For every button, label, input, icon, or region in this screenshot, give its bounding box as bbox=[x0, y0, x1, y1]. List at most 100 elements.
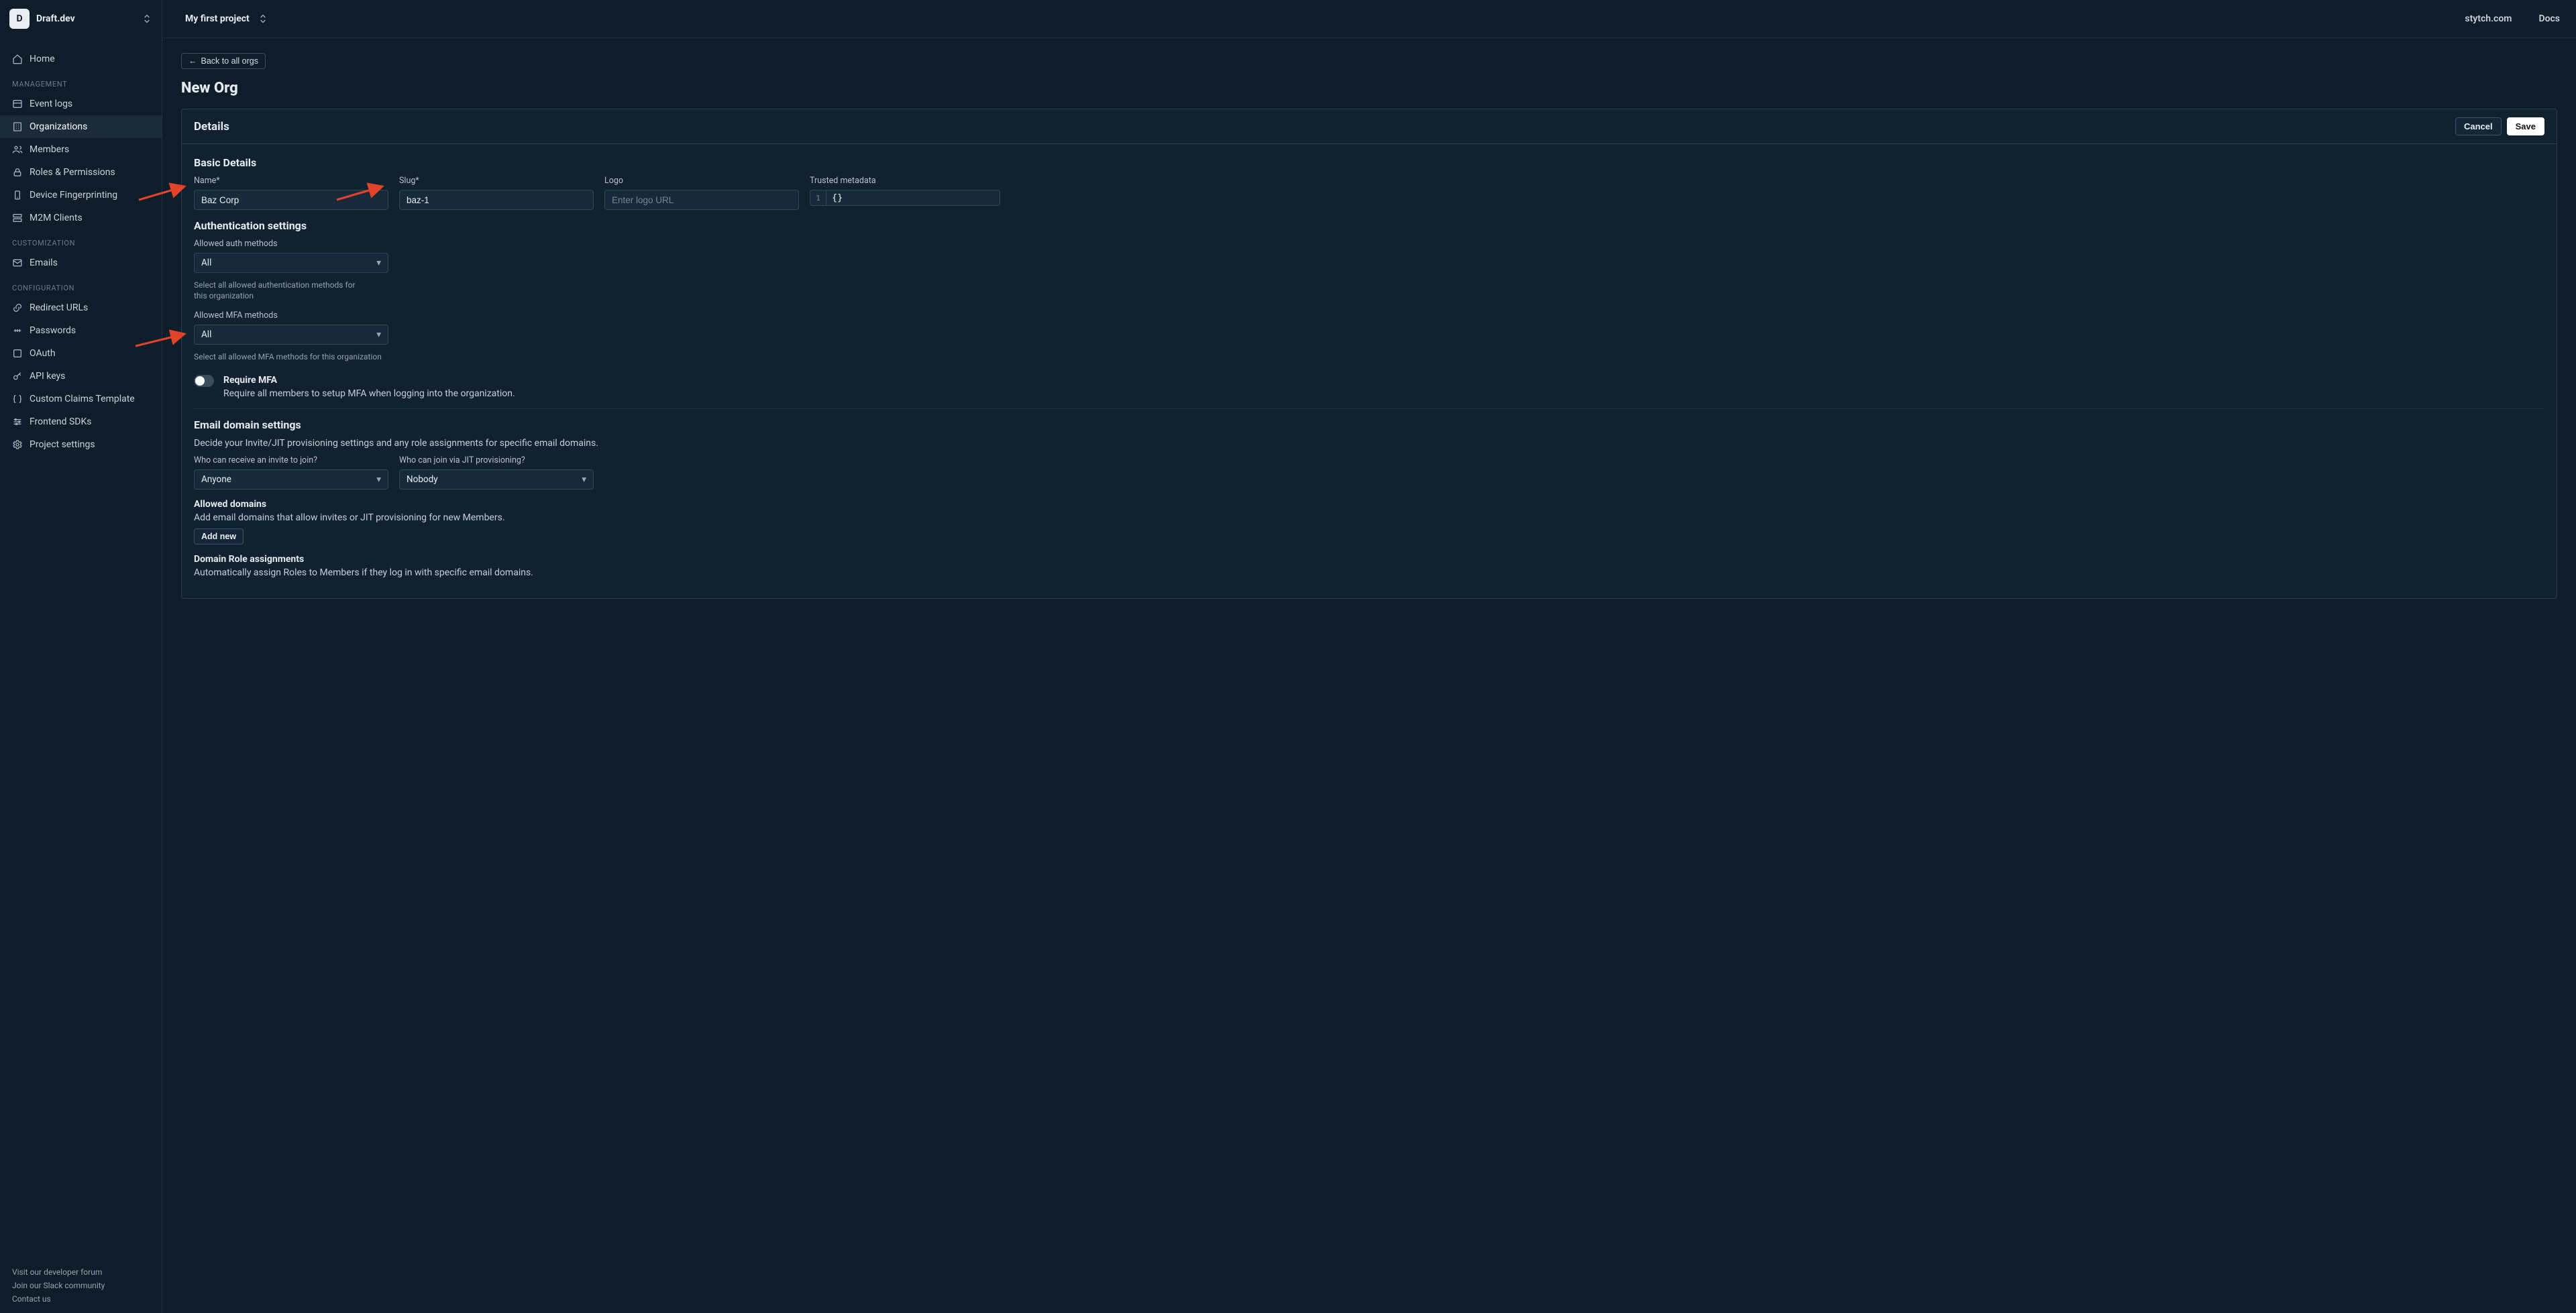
chevron-down-icon: ▾ bbox=[376, 474, 381, 485]
sidebar-item-label: Home bbox=[30, 54, 55, 64]
arrow-left-icon: ← bbox=[189, 56, 197, 66]
sidebar-item-label: Device Fingerprinting bbox=[30, 190, 117, 201]
select-value: Anyone bbox=[201, 474, 231, 485]
code-gutter: 1 bbox=[810, 190, 826, 206]
workspace-switcher[interactable]: D Draft.dev bbox=[0, 0, 162, 38]
allowed-auth-methods-hint: Select all allowed authentication method… bbox=[194, 280, 368, 301]
project-name: My first project bbox=[185, 13, 250, 24]
auth-settings-heading: Authentication settings bbox=[194, 219, 2544, 232]
require-mfa-toggle[interactable] bbox=[194, 375, 214, 387]
chevron-up-down-icon bbox=[258, 13, 268, 24]
jit-select[interactable]: Nobody ▾ bbox=[399, 469, 594, 490]
device-icon bbox=[12, 190, 23, 201]
sidebar-item-label: Frontend SDKs bbox=[30, 416, 92, 427]
sidebar-item-label: Passwords bbox=[30, 325, 76, 336]
content: ← Back to all orgs New Org Details Cance… bbox=[162, 38, 2576, 1313]
sidebar-section-configuration: CONFIGURATION bbox=[0, 274, 162, 296]
sidebar-section-management: MANAGEMENT bbox=[0, 70, 162, 93]
sidebar-item-label: Members bbox=[30, 144, 69, 155]
slug-label: Slug* bbox=[399, 176, 594, 186]
card-title: Details bbox=[194, 120, 2455, 133]
invite-select[interactable]: Anyone ▾ bbox=[194, 469, 388, 490]
oauth-icon bbox=[12, 348, 23, 359]
sidebar-item-label: Emails bbox=[30, 258, 58, 268]
sidebar-item-m2m-clients[interactable]: M2M Clients bbox=[0, 207, 162, 229]
lock-icon bbox=[12, 167, 23, 178]
select-value: All bbox=[201, 329, 211, 340]
footer-link-forum[interactable]: Visit our developer forum bbox=[12, 1267, 150, 1277]
sidebar-item-home[interactable]: Home bbox=[0, 48, 162, 70]
sidebar-item-label: API keys bbox=[30, 371, 65, 382]
email-domain-heading: Email domain settings bbox=[194, 418, 2544, 431]
allowed-mfa-methods-select[interactable]: All ▾ bbox=[194, 325, 388, 345]
back-to-all-orgs-button[interactable]: ← Back to all orgs bbox=[181, 53, 266, 69]
sidebar-item-redirect-urls[interactable]: Redirect URLs bbox=[0, 296, 162, 319]
name-label: Name* bbox=[194, 176, 388, 186]
select-value: All bbox=[201, 258, 211, 268]
sidebar-item-emails[interactable]: Emails bbox=[0, 251, 162, 274]
chevron-down-icon: ▾ bbox=[582, 474, 586, 485]
topbar-link-docs[interactable]: Docs bbox=[2538, 13, 2560, 24]
sidebar-nav: Home MANAGEMENT Event logs Organizations… bbox=[0, 38, 162, 1261]
sidebar-item-project-settings[interactable]: Project settings bbox=[0, 433, 162, 456]
allowed-mfa-methods-hint: Select all allowed MFA methods for this … bbox=[194, 351, 388, 362]
sidebar-item-label: M2M Clients bbox=[30, 213, 83, 223]
project-switcher[interactable]: My first project bbox=[178, 9, 275, 28]
allowed-auth-methods-select[interactable]: All ▾ bbox=[194, 253, 388, 273]
chevron-up-down-icon[interactable] bbox=[142, 13, 152, 24]
logo-input[interactable] bbox=[604, 190, 799, 210]
list-icon bbox=[12, 99, 23, 109]
domain-role-title: Domain Role assignments bbox=[194, 554, 2544, 565]
require-mfa-description: Require all members to setup MFA when lo… bbox=[223, 388, 515, 399]
add-new-domain-button[interactable]: Add new bbox=[194, 528, 244, 545]
gear-icon bbox=[12, 439, 23, 450]
topbar: My first project stytch.com Docs bbox=[162, 0, 2576, 38]
mail-icon bbox=[12, 258, 23, 268]
sliders-icon bbox=[12, 416, 23, 427]
sidebar-item-custom-claims[interactable]: Custom Claims Template bbox=[0, 388, 162, 410]
sidebar: D Draft.dev Home MANAGEMENT Event logs O… bbox=[0, 0, 162, 1313]
sidebar-item-label: Redirect URLs bbox=[30, 302, 88, 313]
sidebar-item-oauth[interactable]: OAuth bbox=[0, 342, 162, 365]
sidebar-item-api-keys[interactable]: API keys bbox=[0, 365, 162, 388]
require-mfa-label: Require MFA bbox=[223, 375, 515, 386]
page-title: New Org bbox=[181, 80, 2557, 97]
card-body: Basic Details Name* Slug* Logo bbox=[182, 144, 2557, 598]
sidebar-item-roles-permissions[interactable]: Roles & Permissions bbox=[0, 161, 162, 184]
sidebar-item-device-fingerprinting[interactable]: Device Fingerprinting bbox=[0, 184, 162, 207]
link-icon bbox=[12, 302, 23, 313]
trusted-metadata-input[interactable] bbox=[826, 190, 1000, 206]
server-icon bbox=[12, 213, 23, 223]
home-icon bbox=[12, 54, 23, 64]
basic-details-heading: Basic Details bbox=[194, 156, 2544, 169]
sidebar-item-members[interactable]: Members bbox=[0, 138, 162, 161]
sidebar-item-label: OAuth bbox=[30, 348, 56, 359]
jit-label: Who can join via JIT provisioning? bbox=[399, 455, 594, 465]
invite-label: Who can receive an invite to join? bbox=[194, 455, 388, 465]
braces-icon bbox=[12, 394, 23, 404]
slug-input[interactable] bbox=[399, 190, 594, 210]
back-label: Back to all orgs bbox=[201, 56, 258, 66]
users-icon bbox=[12, 144, 23, 155]
chevron-down-icon: ▾ bbox=[376, 329, 381, 340]
sidebar-item-frontend-sdks[interactable]: Frontend SDKs bbox=[0, 410, 162, 433]
workspace-avatar: D bbox=[9, 9, 30, 29]
topbar-link-site[interactable]: stytch.com bbox=[2465, 13, 2512, 24]
allowed-domains-description: Add email domains that allow invites or … bbox=[194, 512, 2544, 523]
details-card: Details Cancel Save Basic Details Name* … bbox=[181, 109, 2557, 599]
cancel-button[interactable]: Cancel bbox=[2455, 117, 2502, 135]
domain-role-description: Automatically assign Roles to Members if… bbox=[194, 567, 2544, 578]
select-value: Nobody bbox=[407, 474, 438, 485]
footer-link-slack[interactable]: Join our Slack community bbox=[12, 1281, 150, 1290]
sidebar-item-organizations[interactable]: Organizations bbox=[0, 115, 162, 138]
name-input[interactable] bbox=[194, 190, 388, 210]
password-icon bbox=[12, 325, 23, 336]
footer-link-contact[interactable]: Contact us bbox=[12, 1294, 150, 1304]
logo-label: Logo bbox=[604, 176, 799, 186]
sidebar-item-label: Event logs bbox=[30, 99, 72, 109]
sidebar-item-passwords[interactable]: Passwords bbox=[0, 319, 162, 342]
sidebar-item-label: Project settings bbox=[30, 439, 95, 450]
building-icon bbox=[12, 121, 23, 132]
save-button[interactable]: Save bbox=[2507, 117, 2544, 135]
sidebar-item-event-logs[interactable]: Event logs bbox=[0, 93, 162, 115]
